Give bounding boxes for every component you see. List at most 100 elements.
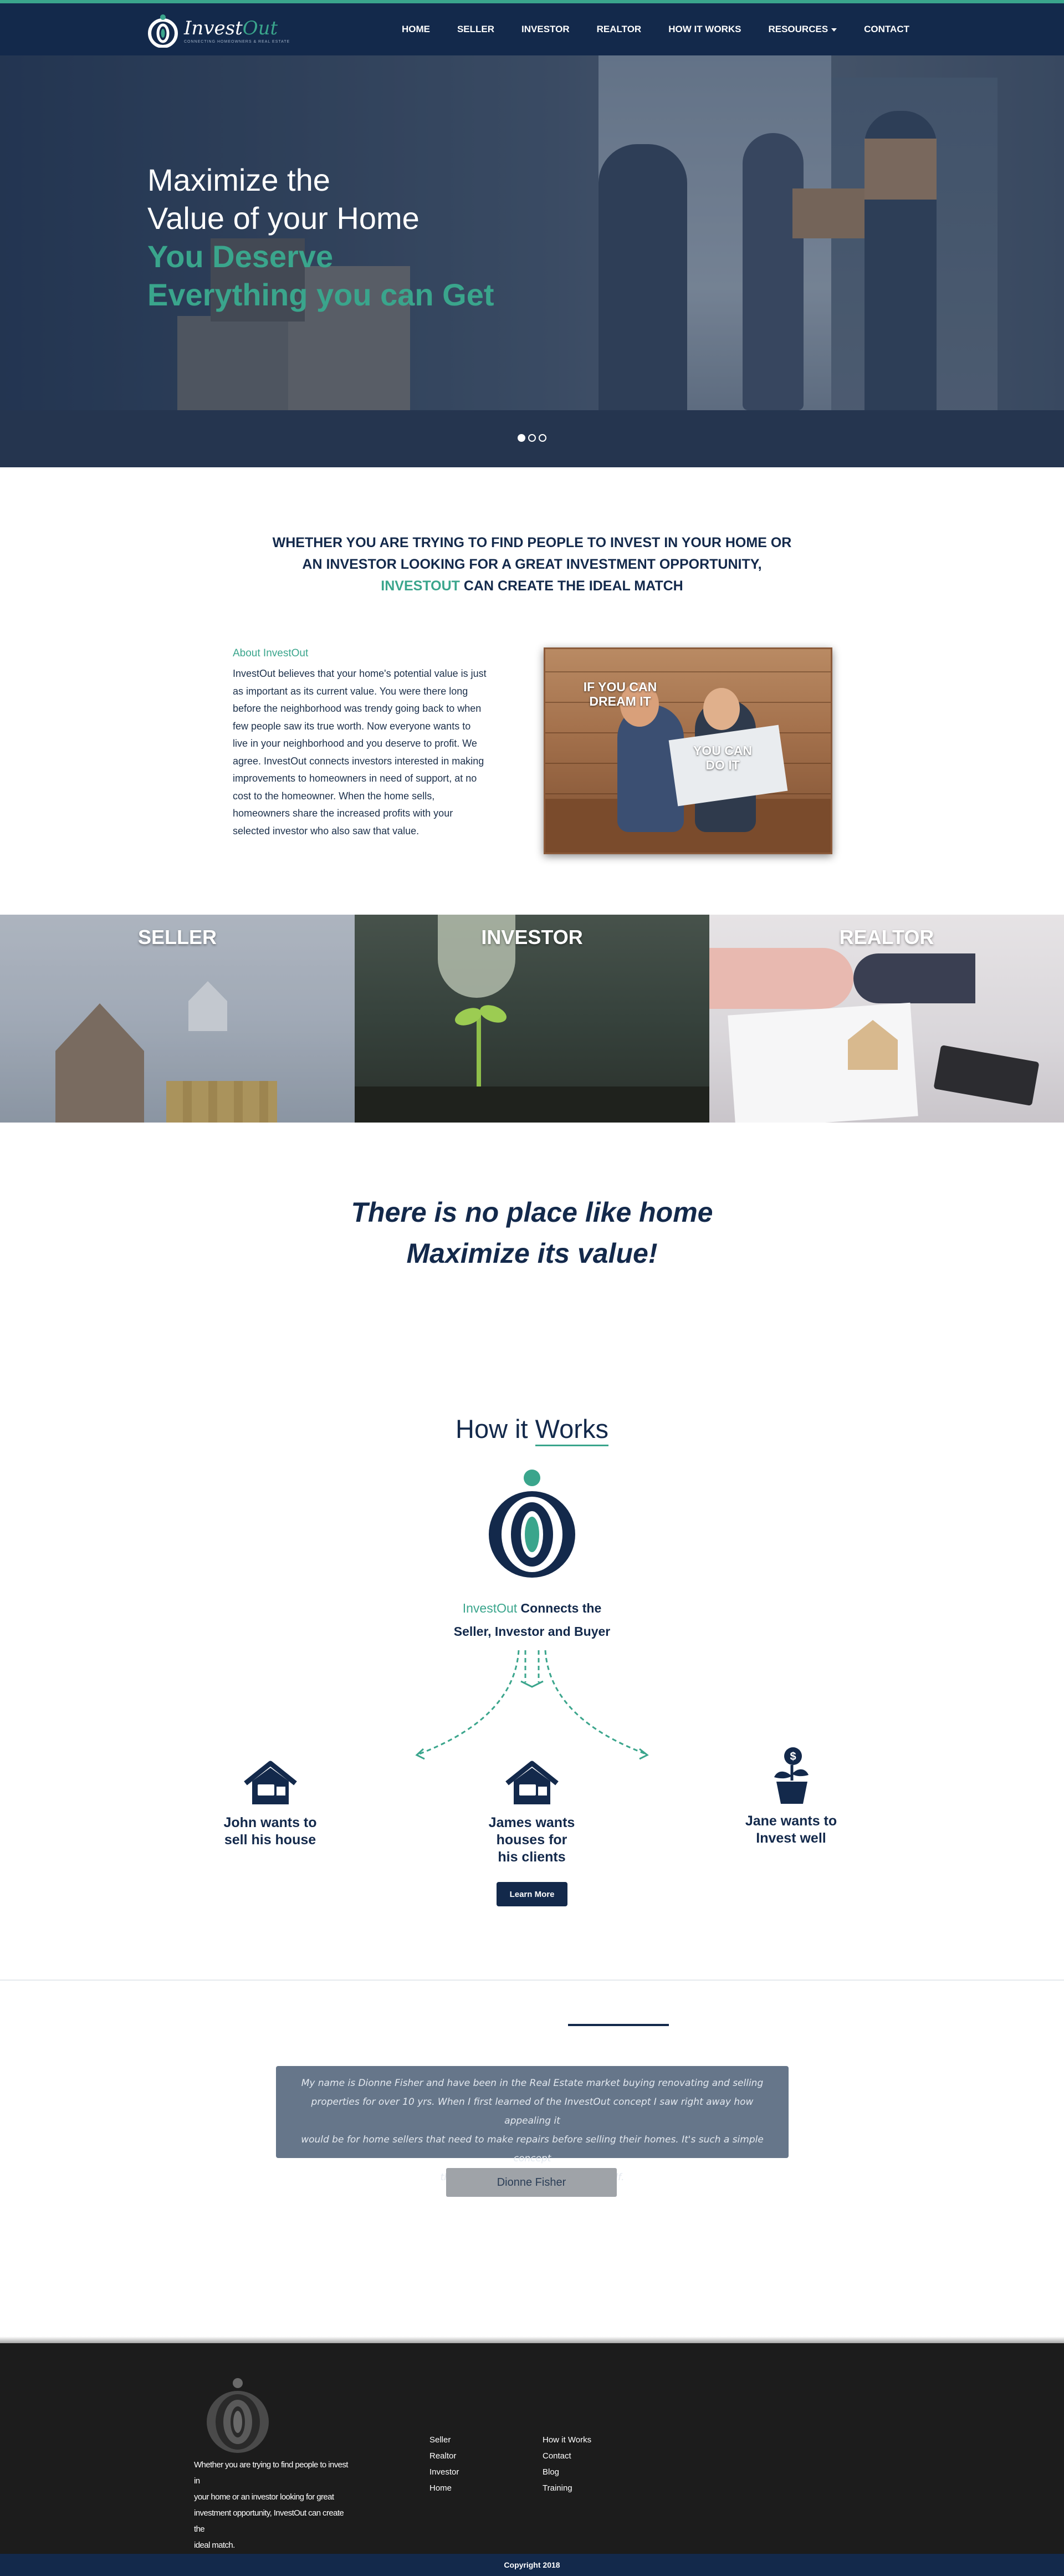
- about-line: improvements to homeowners in need of su…: [233, 773, 477, 784]
- footer-link-realtor[interactable]: Realtor: [429, 2448, 459, 2464]
- footer-links-col-1: Seller Realtor Investor Home: [429, 2432, 459, 2496]
- panel-realtor[interactable]: REALTOR: [709, 915, 1064, 1123]
- slider-dots: [518, 434, 549, 442]
- calculator-image: [933, 1044, 1040, 1106]
- about-line: agree. InvestOut connects investors inte…: [233, 755, 484, 767]
- nav-how-it-works[interactable]: HOW IT WORKS: [668, 24, 741, 35]
- learn-more-button[interactable]: Learn More: [497, 1882, 567, 1906]
- role-investor: $ Jane wants to Invest well: [732, 1746, 851, 1847]
- intro-statement: WHETHER YOU ARE TRYING TO FIND PEOPLE TO…: [0, 532, 1064, 597]
- hero-line-2: Value of your Home: [147, 201, 420, 236]
- role-seller-line-2: sell his house: [224, 1832, 316, 1848]
- intro-brand: INVESTOUT: [381, 578, 460, 594]
- footer-description-line: investment opportunity, InvestOut can cr…: [194, 2508, 344, 2534]
- panel-seller-title: SELLER: [137, 926, 217, 948]
- nav-realtor[interactable]: REALTOR: [597, 24, 642, 35]
- testimonial-author: Dionne Fisher: [446, 2168, 617, 2197]
- money-plant-icon: $: [732, 1746, 851, 1809]
- nav-resources-dropdown[interactable]: RESOURCES: [768, 24, 837, 35]
- about-line: few people saw its true worth. Now every…: [233, 720, 471, 732]
- hero-slider: Maximize the Value of your Home You Dese…: [0, 55, 1064, 467]
- about-section: About InvestOut InvestOut believes that …: [233, 647, 521, 840]
- testimonial-quote: My name is Dionne Fisher and have been i…: [276, 2066, 789, 2183]
- connects-line-1: InvestOut Connects the: [0, 1596, 1064, 1620]
- panel-seller[interactable]: SELLER: [0, 915, 355, 1123]
- role-realtor-line-3: his clients: [498, 1849, 566, 1865]
- footer-link-home[interactable]: Home: [429, 2480, 459, 2496]
- photo-person-head: [703, 688, 740, 730]
- tagline: There is no place like home Maximize its…: [0, 1192, 1064, 1274]
- role-realtor-line-1: James wants: [488, 1815, 575, 1830]
- flow-arrows: [410, 1649, 654, 1766]
- about-photo: IF YOU CAN DREAM IT YOU CAN DO IT: [544, 647, 832, 854]
- svg-text:$: $: [790, 1751, 796, 1763]
- sprout-leaf-image: [477, 1002, 509, 1026]
- tagline-line-1: There is no place like home: [351, 1197, 713, 1228]
- connects-text: InvestOut Connects the Seller, Investor …: [0, 1596, 1064, 1643]
- intro-line-3-rest: CAN CREATE THE IDEAL MATCH: [459, 578, 683, 594]
- testimonial-line: My name is Dionne Fisher and have been i…: [301, 2078, 764, 2089]
- footer-description-line: ideal match.: [194, 2541, 235, 2550]
- slider-dot-1[interactable]: [518, 434, 525, 442]
- footer-link-seller[interactable]: Seller: [429, 2432, 459, 2448]
- intro-line-1: WHETHER YOU ARE TRYING TO FIND PEOPLE TO…: [272, 535, 792, 550]
- photo-caption-do: YOU CAN DO IT: [693, 743, 753, 772]
- panel-realtor-title: REALTOR: [839, 926, 934, 948]
- house-sale-icon: [211, 1760, 330, 1811]
- main-navbar: InvestOut CONNECTING HOMEOWNERS & REAL E…: [0, 3, 1064, 55]
- nav-home[interactable]: HOME: [402, 24, 430, 35]
- about-line: cost to the homeowner. When the home sel…: [233, 790, 435, 802]
- house-sale-icon: [472, 1760, 591, 1811]
- handshake-arm-image: [853, 953, 975, 1003]
- role-investor-line-1: Jane wants to: [745, 1813, 837, 1829]
- role-investor-line-2: Invest well: [756, 1830, 826, 1846]
- page: InvestOut CONNECTING HOMEOWNERS & REAL E…: [0, 0, 1064, 2576]
- soil-image: [355, 1086, 709, 1123]
- hero-line-4: Everything you can Get: [147, 277, 494, 312]
- nav-contact[interactable]: CONTACT: [864, 24, 909, 35]
- panel-investor-title: INVESTOR: [481, 926, 583, 948]
- wood-plank: [545, 732, 831, 733]
- sprout-stem-image: [477, 1014, 481, 1098]
- about-line: live in your neighborhood and you deserv…: [233, 738, 477, 749]
- about-line: homeowners share the increased profits w…: [233, 808, 453, 819]
- panel-investor[interactable]: INVESTOR: [355, 915, 709, 1123]
- nav-investor[interactable]: INVESTOR: [521, 24, 570, 35]
- footer-link-training[interactable]: Training: [543, 2480, 591, 2496]
- photo-caption-dream: IF YOU CAN DREAM IT: [583, 680, 657, 708]
- arrow-to-seller: [417, 1650, 520, 1756]
- footer-link-investor[interactable]: Investor: [429, 2464, 459, 2480]
- footer-link-how-it-works[interactable]: How it Works: [543, 2432, 591, 2448]
- handshake-arm-image: [709, 948, 853, 1009]
- nav-menu: HOME SELLER INVESTOR REALTOR HOW IT WORK…: [375, 3, 909, 55]
- nav-resources-label: RESOURCES: [768, 24, 828, 34]
- footer-logo-icon: [205, 2376, 270, 2454]
- footer-links-col-2: How it Works Contact Blog Training: [543, 2432, 591, 2496]
- copyright-bar: Copyright 2018: [0, 2554, 1064, 2576]
- slider-dot-2[interactable]: [528, 434, 536, 442]
- about-line: as important as its current value. You w…: [233, 685, 468, 697]
- hero-line-3: You Deserve: [147, 239, 334, 274]
- site-logo[interactable]: InvestOut CONNECTING HOMEOWNERS & REAL E…: [146, 13, 290, 48]
- hero-headline: Maximize the Value of your Home You Dese…: [147, 161, 494, 314]
- logo-tagline: CONNECTING HOMEOWNERS & REAL ESTATE: [184, 39, 290, 44]
- wood-plank: [545, 671, 831, 672]
- connects-line-2: Seller, Investor and Buyer: [453, 1624, 611, 1639]
- connects-brand: InvestOut: [462, 1601, 518, 1615]
- logo-mark-icon: [146, 13, 180, 48]
- logo-wordmark: InvestOut: [184, 18, 290, 39]
- how-it-works-title-part2: Works: [535, 1414, 608, 1446]
- tagline-line-2: Maximize its value!: [406, 1238, 658, 1269]
- testimonial-line: properties for over 10 yrs. When I first…: [311, 2096, 754, 2126]
- about-title: About InvestOut: [233, 647, 309, 659]
- nav-seller[interactable]: SELLER: [457, 24, 494, 35]
- caret-down-icon: [831, 28, 837, 32]
- arrow-to-investor: [544, 1650, 648, 1756]
- about-line: InvestOut believes that your home's pote…: [233, 668, 487, 679]
- about-line: selected investor who also saw that valu…: [233, 825, 420, 836]
- slider-dot-3[interactable]: [539, 434, 546, 442]
- how-it-works-title-part1: How it: [456, 1414, 535, 1443]
- intro-line-2: AN INVESTOR LOOKING FOR A GREAT INVESTME…: [302, 557, 762, 572]
- footer-link-blog[interactable]: Blog: [543, 2464, 591, 2480]
- footer-link-contact[interactable]: Contact: [543, 2448, 591, 2464]
